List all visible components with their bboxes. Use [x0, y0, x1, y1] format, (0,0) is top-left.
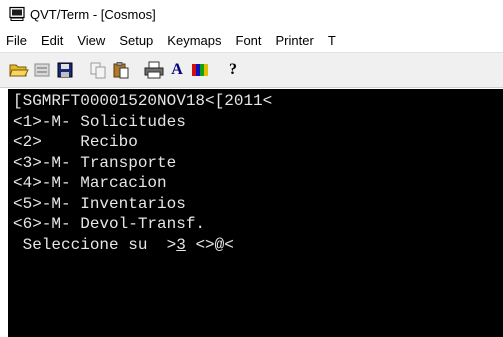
menu-truncated[interactable]: T [321, 33, 343, 48]
menu-setup[interactable]: Setup [112, 33, 160, 48]
menu-file[interactable]: File [0, 33, 34, 48]
paste-icon[interactable] [110, 59, 132, 81]
open-folder-icon[interactable] [8, 59, 30, 81]
save-icon[interactable] [54, 59, 76, 81]
terminal-app-icon [9, 6, 25, 22]
menu-font[interactable]: Font [229, 33, 269, 48]
font-icon[interactable]: A [166, 59, 188, 81]
terminal-line: [SGMRFT00001520NOV18<[2011< [13, 92, 273, 110]
qvt-term-window: QVT/Term - [Cosmos] File Edit View Setup… [0, 0, 503, 337]
toolbar: A ? [0, 52, 503, 88]
menu-keymaps[interactable]: Keymaps [160, 33, 228, 48]
clipboard-icon[interactable] [31, 59, 53, 81]
color-icon[interactable] [189, 59, 211, 81]
menu-option-3: <3>-M- Transporte [13, 153, 177, 172]
menu-printer[interactable]: Printer [269, 33, 321, 48]
menu-view[interactable]: View [70, 33, 112, 48]
menu-option-1: <1>-M- Solicitudes [13, 112, 186, 131]
menu-option-6: <6>-M- Devol-Transf. [13, 215, 206, 233]
prompt-label: Seleccione su > [13, 235, 177, 254]
menu-option-5: <5>-M- Inventarios [13, 194, 186, 213]
selection-prompt: Seleccione su >3 <>@< [8, 235, 503, 256]
menu-edit[interactable]: Edit [34, 33, 70, 48]
window-title: QVT/Term - [Cosmos] [30, 6, 156, 22]
menu-option-4: <4>-M- Marcacion [13, 174, 167, 192]
menu-option-2: <2> Recibo [13, 133, 138, 151]
title-bar: QVT/Term - [Cosmos] [0, 0, 503, 28]
prompt-trailer: <>@< [185, 235, 234, 254]
copy-icon[interactable] [87, 59, 109, 81]
menu-bar: File Edit View Setup Keymaps Font Printe… [0, 28, 503, 52]
terminal-screen[interactable]: [SGMRFT00001520NOV18<[2011< <1>-M- Solic… [8, 89, 503, 337]
help-icon[interactable]: ? [222, 59, 244, 81]
print-icon[interactable] [143, 59, 165, 81]
selection-input[interactable]: 3 [176, 236, 186, 254]
